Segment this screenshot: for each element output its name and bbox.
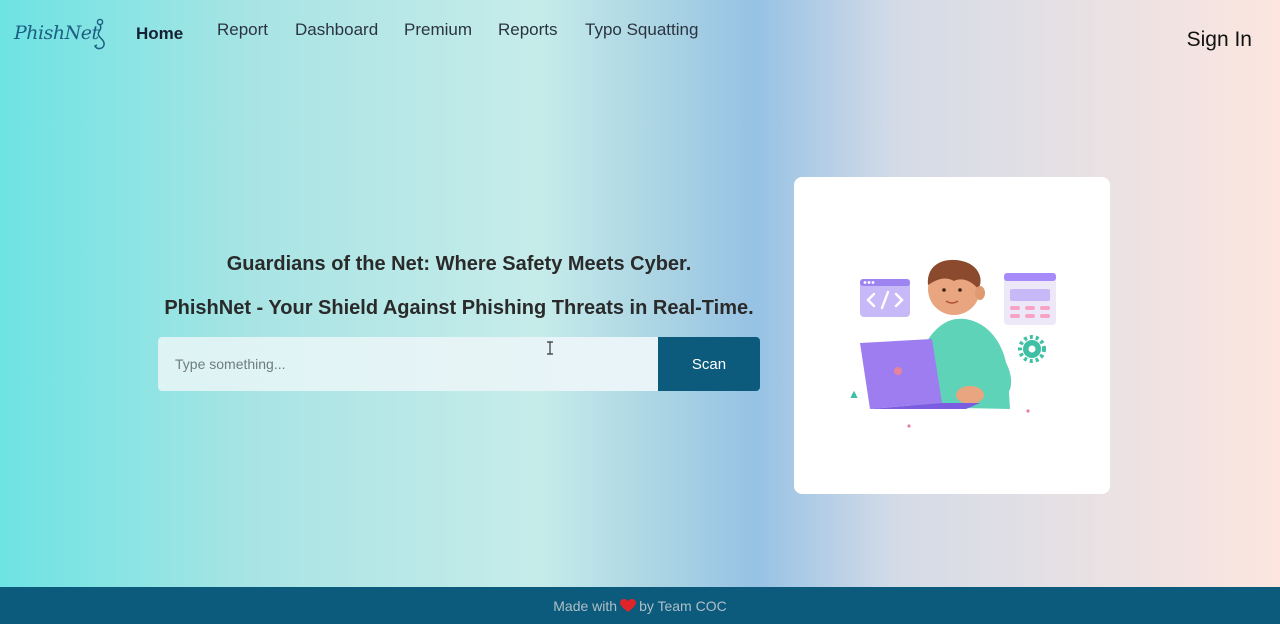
sparkle-icon <box>850 390 858 398</box>
sign-in-link[interactable]: Sign In <box>1187 28 1252 52</box>
person-laptop-illustration <box>850 259 1056 428</box>
text-cursor-icon <box>547 341 553 355</box>
footer-text-after: by Team COC <box>639 597 727 614</box>
nav-dashboard[interactable]: Dashboard <box>295 20 378 40</box>
phishnet-logo[interactable]: PhishNet <box>14 16 110 56</box>
nav-report[interactable]: Report <box>217 20 268 40</box>
calendar-window-icon <box>1004 273 1056 325</box>
hero-tagline: Guardians of the Net: Where Safety Meets… <box>226 253 692 275</box>
logo-text: PhishNet <box>14 22 99 44</box>
url-search-input[interactable] <box>158 337 658 391</box>
footer-text-before: Made with <box>553 597 618 614</box>
gear-icon <box>1018 335 1046 363</box>
heart-icon <box>620 598 637 612</box>
nav-home[interactable]: Home <box>136 24 183 44</box>
code-window-icon <box>860 279 910 317</box>
nav-reports[interactable]: Reports <box>498 20 558 40</box>
nav-premium[interactable]: Premium <box>404 20 472 40</box>
fish-hook-icon <box>93 18 105 50</box>
illustration-card <box>794 177 1110 494</box>
hero-subtitle: PhishNet - Your Shield Against Phishing … <box>164 297 754 319</box>
top-navbar: PhishNet Home Report Dashboard Premium R… <box>0 0 1280 60</box>
nav-typo-squatting[interactable]: Typo Squatting <box>585 20 698 40</box>
scan-button[interactable]: Scan <box>658 337 760 391</box>
footer: Made with by Team COC <box>0 587 1280 624</box>
